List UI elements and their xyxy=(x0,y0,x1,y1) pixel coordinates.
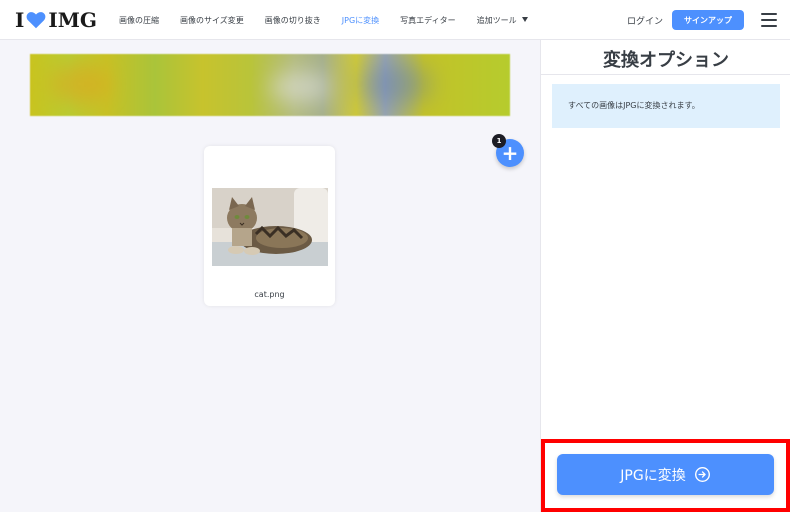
file-count-badge: 1 xyxy=(492,134,506,148)
nav-resize[interactable]: 画像のサイズ変更 xyxy=(180,15,244,26)
info-message: すべての画像はJPGに変換されます。 xyxy=(552,84,780,128)
logo-text-left: I xyxy=(15,8,25,32)
nav-more-tools[interactable]: 追加ツール xyxy=(477,15,528,26)
heart-icon xyxy=(26,12,46,29)
hamburger-line xyxy=(761,19,777,21)
arrow-right-circle-icon xyxy=(694,467,710,482)
banner-blur xyxy=(360,62,430,106)
convert-to-jpg-button[interactable]: JPGに変換 xyxy=(557,454,774,495)
nav-more-tools-label: 追加ツール xyxy=(476,15,517,25)
top-header: I IMG 画像の圧縮 画像のサイズ変更 画像の切り抜き JPGに変換 写真エデ… xyxy=(0,0,790,40)
logo[interactable]: I IMG xyxy=(15,7,97,33)
nav-compress[interactable]: 画像の圧縮 xyxy=(119,15,159,26)
logo-text-right: IMG xyxy=(48,8,97,32)
workspace: cat.png + 1 xyxy=(0,40,540,512)
sidebar-title: 変換オプション xyxy=(603,50,729,71)
cat-image xyxy=(212,188,328,266)
convert-button-label: JPGに変換 xyxy=(620,467,686,484)
nav-crop[interactable]: 画像の切り抜き xyxy=(265,15,321,26)
hamburger-menu-icon[interactable] xyxy=(761,13,777,27)
file-card[interactable]: cat.png xyxy=(204,146,335,306)
hamburger-line xyxy=(761,13,777,15)
banner-blur xyxy=(270,72,330,102)
login-link[interactable]: ログイン xyxy=(627,14,663,27)
nav-photo-editor[interactable]: 写真エディター xyxy=(400,15,455,26)
signup-button[interactable]: サインアップ xyxy=(672,10,744,30)
caret-down-icon xyxy=(521,16,528,22)
nav-convert-to-jpg[interactable]: JPGに変換 xyxy=(342,15,379,26)
divider xyxy=(541,74,790,75)
banner-blur xyxy=(50,64,110,104)
file-name: cat.png xyxy=(254,290,285,299)
file-thumbnail xyxy=(212,188,328,266)
ad-banner[interactable] xyxy=(30,54,510,116)
main-nav: 画像の圧縮 画像のサイズ変更 画像の切り抜き JPGに変換 写真エディター 追加… xyxy=(119,0,549,40)
hamburger-line xyxy=(761,25,777,27)
plus-icon: + xyxy=(501,141,519,165)
